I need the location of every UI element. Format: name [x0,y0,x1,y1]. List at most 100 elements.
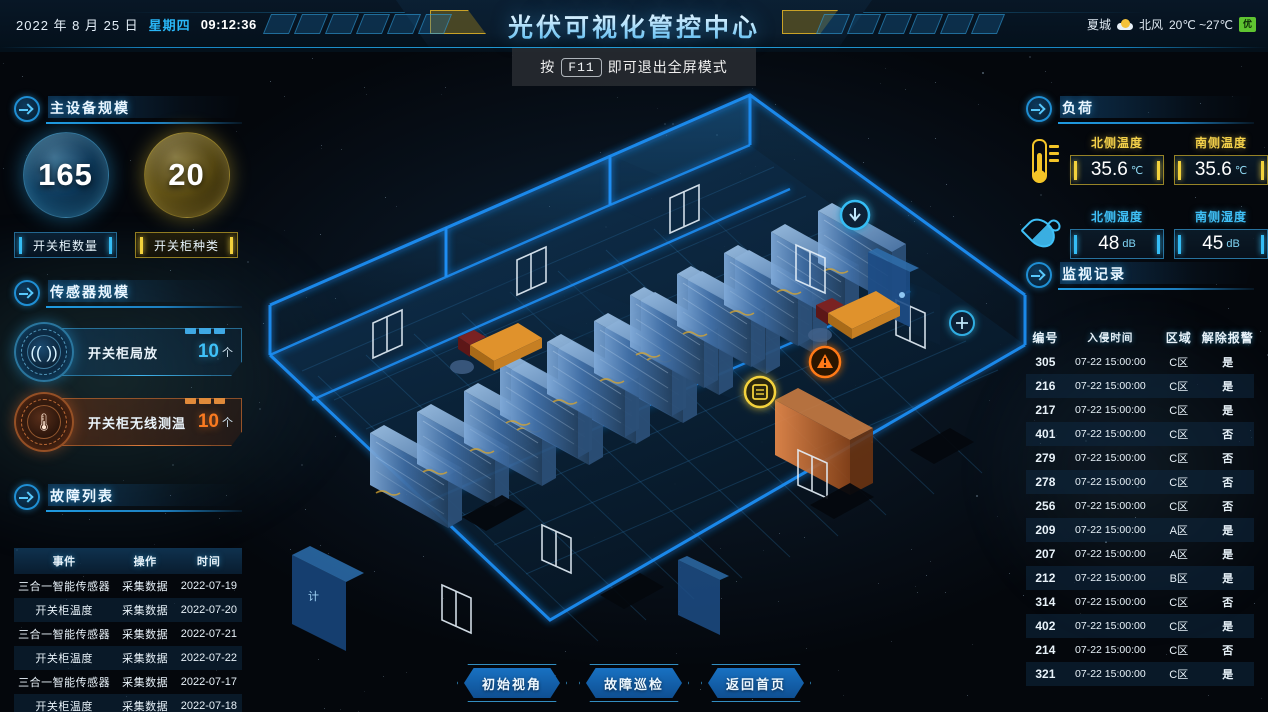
monitor-time: 07-22 15:00:00 [1065,620,1156,632]
button-face[interactable]: 故障巡检 [586,668,682,698]
table-row[interactable]: 三合一智能传感器 采集数据 2022-07-17 [14,670,242,694]
load-humidity-row: 北侧湿度 48 dB 南侧湿度 45 dB [1026,208,1268,259]
wireless-temp-unit: 个 [222,414,233,430]
header-weather: 夏城 北风 20℃ ~27℃ 优 [1087,16,1256,33]
table-row[interactable]: 开关柜温度 采集数据 2022-07-22 [14,646,242,670]
table-row[interactable]: 开关柜温度 采集数据 2022-07-18 [14,694,242,712]
monitor-cleared[interactable]: 是 [1202,618,1254,634]
metric-south-humidity[interactable]: 南侧湿度 45 dB [1174,208,1268,259]
table-row[interactable]: 279 07-22 15:00:00 C区 否 [1026,446,1254,470]
bottom-button-3[interactable]: 返回首页 [708,668,804,698]
monitor-cleared[interactable]: 是 [1202,666,1254,682]
monitor-cleared[interactable]: 否 [1202,426,1254,442]
table-row[interactable]: 402 07-22 15:00:00 C区 是 [1026,614,1254,638]
monitor-cleared[interactable]: 否 [1202,594,1254,610]
south-hum-label: 南侧湿度 [1174,208,1268,225]
table-row[interactable]: 314 07-22 15:00:00 C区 否 [1026,590,1254,614]
table-row[interactable]: 278 07-22 15:00:00 C区 否 [1026,470,1254,494]
header-left-chevrons [820,14,1001,34]
monitor-id: 401 [1026,427,1065,441]
table-row[interactable]: 209 07-22 15:00:00 A区 是 [1026,518,1254,542]
header-datetime: 2022 年 8 月 25 日 星期四 09:12:36 [16,15,257,34]
chevron-right-icon [14,484,40,510]
north-hum-label: 北侧湿度 [1070,208,1164,225]
fault-event: 三合一智能传感器 [14,626,114,642]
fault-list-title: 故障列表 [50,486,114,506]
monitor-cleared[interactable]: 否 [1202,642,1254,658]
table-row[interactable]: 305 07-22 15:00:00 C区 是 [1026,350,1254,374]
metric-north-humidity[interactable]: 北侧湿度 48 dB [1070,208,1164,259]
table-row[interactable]: 321 07-22 15:00:00 C区 是 [1026,662,1254,686]
metric-north-temperature[interactable]: 北侧温度 35.6 ℃ [1070,134,1164,185]
north-temp-unit: ℃ [1131,164,1143,177]
sensor-scale-title: 传感器规模 [50,282,130,302]
table-row[interactable]: 三合一智能传感器 采集数据 2022-07-21 [14,622,242,646]
wireless-temp-label: 开关柜无线测温 [88,413,186,432]
fault-time: 2022-07-17 [176,676,242,688]
fault-time: 2022-07-22 [176,652,242,664]
device-scale-title: 主设备规模 [50,98,130,118]
monitor-cleared[interactable]: 否 [1202,450,1254,466]
table-row[interactable]: 256 07-22 15:00:00 C区 否 [1026,494,1254,518]
monitor-cleared[interactable]: 是 [1202,546,1254,562]
north-temp-label: 北侧温度 [1070,134,1164,151]
sensor-item-wireless-temp[interactable]: 🌡 开关柜无线测温 10 个 [14,392,242,452]
button-face[interactable]: 初始视角 [464,668,560,698]
monitor-cleared[interactable]: 是 [1202,378,1254,394]
orb-blue: 165 [23,132,109,218]
monitor-cleared[interactable]: 否 [1202,474,1254,490]
monitor-cleared[interactable]: 是 [1202,522,1254,538]
app-header: 光伏可视化管控中心 2022 年 8 月 25 日 星期四 09:12:36 夏… [0,0,1268,52]
monitor-cleared[interactable]: 是 [1202,354,1254,370]
fullscreen-tip-prefix: 按 [540,57,555,77]
fullscreen-key-f11: F11 [561,58,601,77]
fault-col-event: 事件 [14,553,114,569]
monitor-id: 209 [1026,523,1065,537]
table-row[interactable]: 207 07-22 15:00:00 A区 是 [1026,542,1254,566]
table-row[interactable]: 212 07-22 15:00:00 B区 是 [1026,566,1254,590]
header-date: 2022 年 8 月 25 日 [16,15,139,34]
partial-discharge-unit: 个 [222,344,233,360]
fault-event: 开关柜温度 [14,602,114,618]
bottom-button-1[interactable]: 初始视角 [464,668,560,698]
sensor-scale-heading: 传感器规模 [14,280,242,310]
switchgear-types-label: 开关柜种类 [135,232,238,258]
monitor-area: C区 [1156,474,1202,490]
monitor-time: 07-22 15:00:00 [1065,356,1156,368]
chevron-right-icon [1026,96,1052,122]
fault-time: 2022-07-20 [176,604,242,616]
table-row[interactable]: 217 07-22 15:00:00 C区 是 [1026,398,1254,422]
fault-event: 三合一智能传感器 [14,578,114,594]
north-hum-unit: dB [1122,238,1135,250]
bottom-button-2[interactable]: 故障巡检 [586,668,682,698]
north-hum-value: 48 [1098,233,1119,255]
chevron-right-icon [14,280,40,306]
page-title: 光伏可视化管控中心 [508,8,760,44]
device-metric-switchgear-count[interactable]: 165 开关柜数量 [14,132,117,258]
sensor-item-partial-discharge[interactable]: (( )) 开关柜局放 10 个 [14,322,242,382]
monitor-cleared[interactable]: 是 [1202,570,1254,586]
fault-action: 采集数据 [114,650,176,666]
table-row[interactable]: 三合一智能传感器 采集数据 2022-07-19 [14,574,242,598]
monitor-id: 279 [1026,451,1065,465]
monitor-cleared[interactable]: 是 [1202,402,1254,418]
button-face[interactable]: 返回首页 [708,668,804,698]
device-scale-orbs: 165 开关柜数量 20 开关柜种类 [14,132,238,258]
device-metric-switchgear-types[interactable]: 20 开关柜种类 [135,132,238,258]
monitor-area: A区 [1156,522,1202,538]
air-quality-badge: 优 [1239,17,1256,32]
table-row[interactable]: 开关柜温度 采集数据 2022-07-20 [14,598,242,622]
panel-monitor-log: 监视记录 编号 入侵时间 区域 解除报警 305 07-22 15:00:00 C区… [1026,262,1254,654]
3d-building-scene[interactable]: 计 [250,55,1040,675]
table-row[interactable]: 216 07-22 15:00:00 C区 是 [1026,374,1254,398]
monitor-id: 402 [1026,619,1065,633]
partial-discharge-value: 10 [198,341,219,363]
fault-list-table: 事件 操作 时间 三合一智能传感器 采集数据 2022-07-19 开关柜温度 采集数据… [14,548,242,712]
monitor-cleared[interactable]: 否 [1202,498,1254,514]
table-row[interactable]: 401 07-22 15:00:00 C区 否 [1026,422,1254,446]
fault-col-time: 时间 [176,553,242,569]
header-weekday: 星期四 [149,15,191,34]
dashboard-root: 计 光伏可视化管控中心 2022 年 8 月 25 日 星期四 09:12:36… [0,0,1268,712]
metric-south-temperature[interactable]: 南侧温度 35.6 ℃ [1174,134,1268,185]
table-row[interactable]: 214 07-22 15:00:00 C区 否 [1026,638,1254,662]
